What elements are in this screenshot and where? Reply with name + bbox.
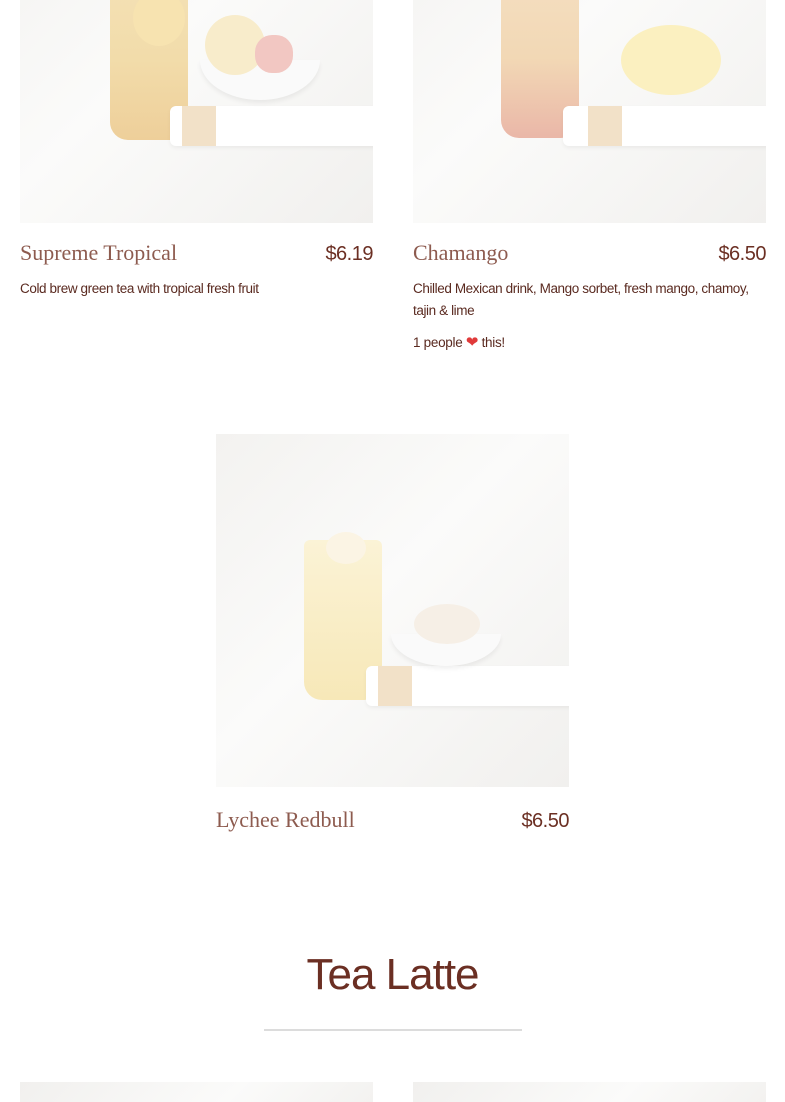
likes-suffix: this!	[481, 335, 506, 350]
item-price: $6.50	[521, 810, 569, 832]
board-handle-image	[182, 106, 216, 146]
likes-counter[interactable]: 1 people ❤ this!	[413, 333, 505, 351]
item-photo[interactable]	[413, 0, 766, 223]
likes-count: 1 people	[413, 335, 463, 350]
item-price: $6.50	[718, 243, 766, 265]
item-name[interactable]: Chamango	[413, 240, 508, 266]
lychee-fruit-image	[414, 604, 480, 644]
menu-item-lychee-redbull[interactable]: Lychee Redbull $6.50	[216, 434, 569, 844]
strawberry-image	[255, 35, 293, 73]
item-photo[interactable]	[413, 1082, 766, 1102]
item-photo[interactable]	[216, 434, 569, 787]
lychee-garnish-image	[326, 532, 366, 564]
mango-image	[621, 25, 721, 95]
menu-item-supreme-tropical[interactable]: Supreme Tropical $6.19 Cold brew green t…	[20, 0, 373, 330]
item-name[interactable]: Lychee Redbull	[216, 807, 355, 833]
heart-icon[interactable]: ❤	[466, 334, 479, 351]
section-divider	[264, 1029, 522, 1031]
item-description: Cold brew green tea with tropical fresh …	[20, 281, 259, 296]
menu-item-chamango[interactable]: Chamango $6.50 Chilled Mexican drink, Ma…	[413, 0, 766, 360]
item-photo[interactable]	[20, 0, 373, 223]
board-handle-image	[588, 106, 622, 146]
board-handle-image	[378, 666, 412, 706]
item-photo[interactable]	[20, 1082, 373, 1102]
item-description: Chilled Mexican drink, Mango sorbet, fre…	[413, 281, 749, 318]
item-price: $6.19	[325, 243, 373, 265]
section-title: Tea Latte	[306, 950, 479, 999]
item-name[interactable]: Supreme Tropical	[20, 240, 177, 266]
